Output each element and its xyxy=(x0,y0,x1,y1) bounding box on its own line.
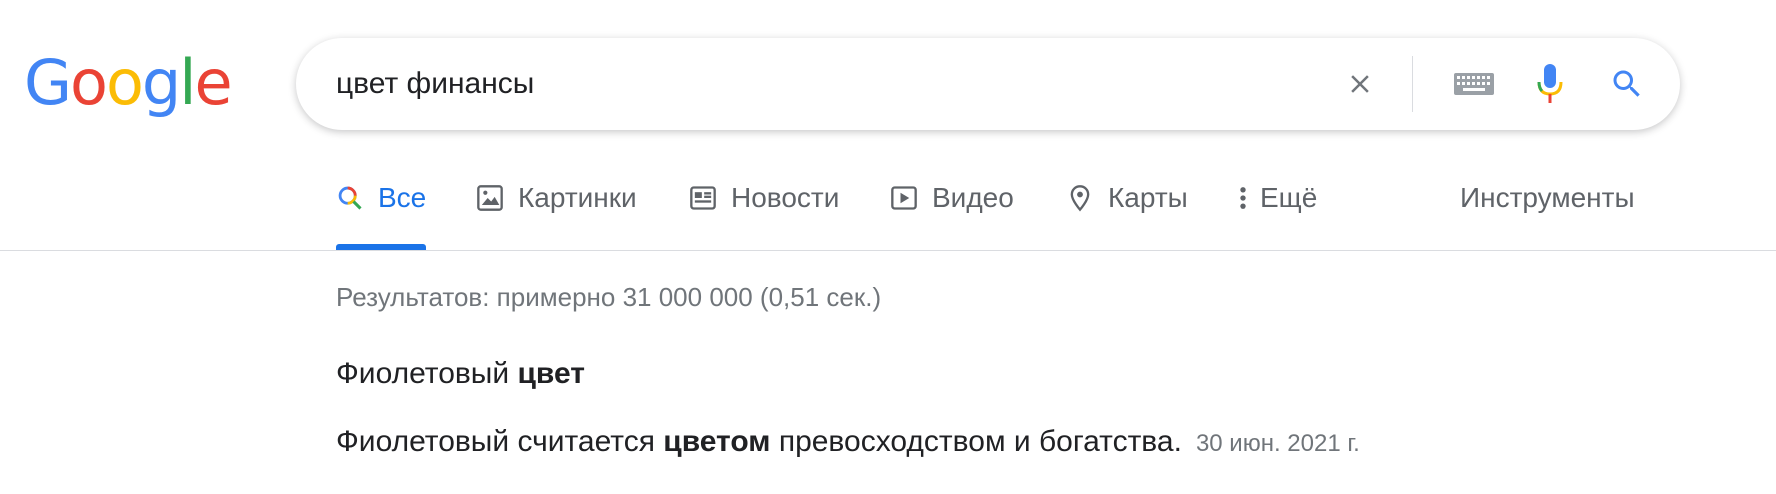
voice-search-button[interactable] xyxy=(1526,38,1574,130)
search-divider xyxy=(1412,56,1413,112)
search-input[interactable] xyxy=(336,38,1316,130)
result-stats: Результатов: примерно 31 000 000 (0,51 с… xyxy=(336,282,882,312)
logo-letter: o xyxy=(70,46,108,119)
snippet-text: превосходством и богатства. xyxy=(770,425,1182,458)
clear-button[interactable] xyxy=(1336,38,1384,130)
logo-letter: e xyxy=(194,46,233,119)
search-icon xyxy=(1613,70,1640,97)
keyboard-button[interactable] xyxy=(1444,38,1504,130)
logo-letter: g xyxy=(141,46,181,119)
logo-letter: o xyxy=(105,46,144,119)
result-title-bold: цвет xyxy=(517,357,585,390)
snippet-highlight: цветом xyxy=(663,425,771,458)
image-icon xyxy=(477,185,503,211)
search-icon xyxy=(338,186,362,210)
search-button[interactable] xyxy=(1602,38,1652,130)
tab-label: Новости xyxy=(731,182,840,213)
google-logo[interactable]: Google xyxy=(24,46,233,119)
tab-label: Карты xyxy=(1108,182,1188,213)
mic-icon xyxy=(1537,64,1563,103)
search-box xyxy=(296,38,1680,130)
result-date: 30 июн. 2021 г. xyxy=(1195,430,1360,457)
snippet-text: Фиолетовый считается xyxy=(336,425,664,458)
tab-label: Видео xyxy=(932,182,1014,213)
play-icon xyxy=(891,186,917,210)
more-vert-icon xyxy=(1240,187,1246,209)
tab-maps[interactable]: Карты xyxy=(1066,180,1188,250)
tab-more[interactable]: Ещё xyxy=(1236,180,1317,250)
tab-label: Картинки xyxy=(518,182,637,213)
tabs-divider xyxy=(0,250,1776,251)
logo-letter: G xyxy=(24,46,72,119)
result-title[interactable]: Фиолетовый цвет xyxy=(336,356,585,392)
result-snippet: Фиолетовый считается цветом превосходств… xyxy=(336,424,1360,462)
result-title-plain: Фиолетовый xyxy=(336,357,518,390)
tab-label: Ещё xyxy=(1260,182,1318,213)
logo-letter: l xyxy=(179,46,196,119)
tab-all[interactable]: Все xyxy=(336,180,427,250)
map-pin-icon xyxy=(1070,185,1090,212)
tab-images[interactable]: Картинки xyxy=(476,180,637,250)
tab-news[interactable]: Новости xyxy=(689,180,839,250)
keyboard-icon xyxy=(1454,73,1494,95)
tab-video[interactable]: Видео xyxy=(890,180,1014,250)
tab-label: Все xyxy=(378,182,427,213)
news-icon xyxy=(690,186,716,210)
close-icon xyxy=(1351,75,1369,93)
tools-button[interactable]: Инструменты xyxy=(1460,180,1635,216)
